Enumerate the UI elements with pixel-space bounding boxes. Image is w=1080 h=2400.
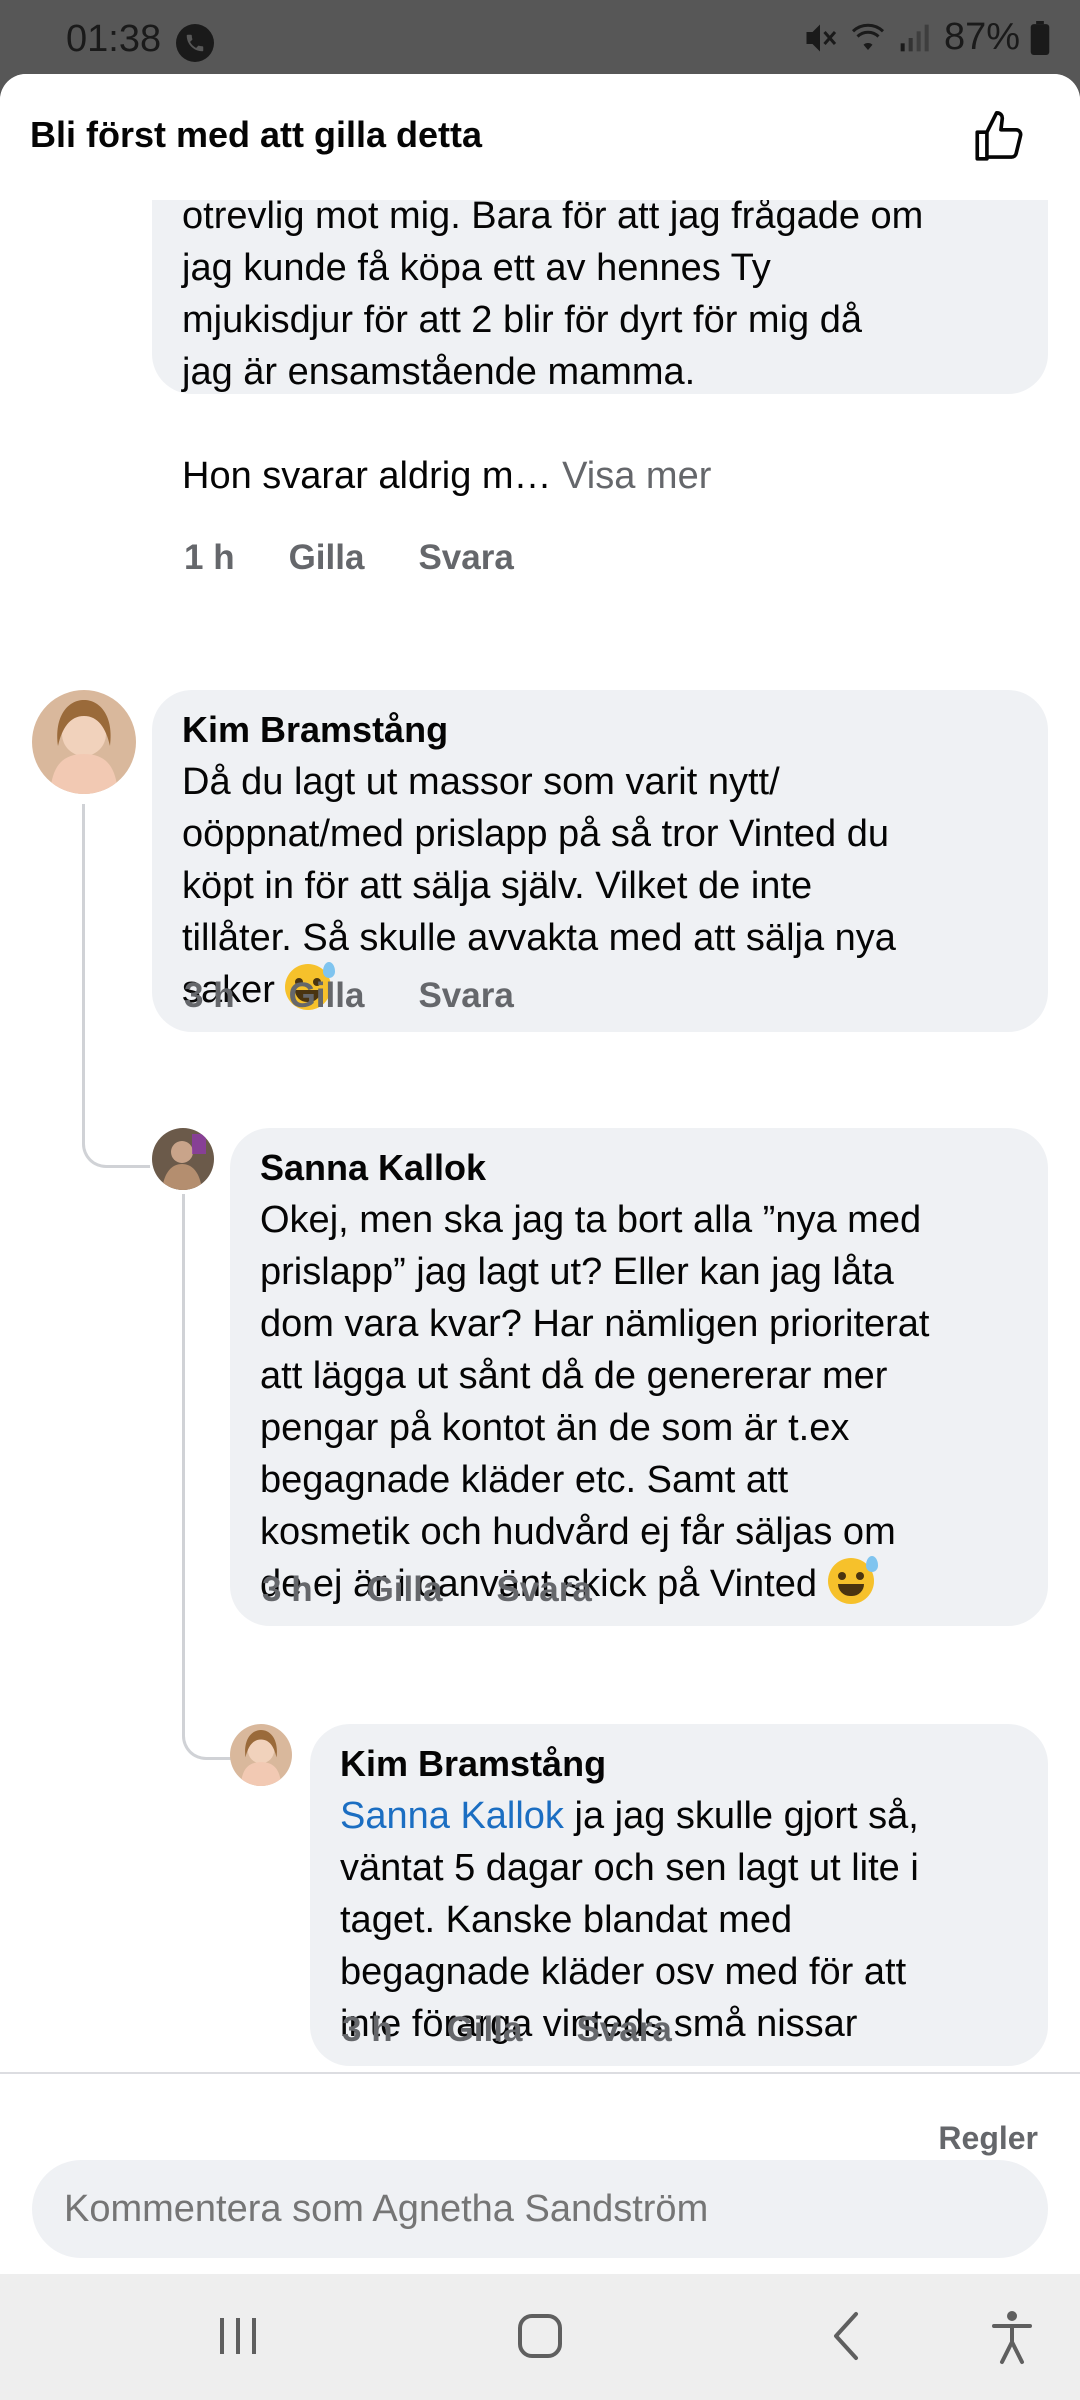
reply-button[interactable]: Svara xyxy=(418,976,513,1016)
thread-connector xyxy=(182,1194,232,1760)
comment-time: 3 h xyxy=(342,2010,393,2049)
comment-line-last: Hon svarar aldrig m… Visa mer xyxy=(182,450,1018,502)
sheet-header: Bli först med att gilla detta xyxy=(0,74,1080,200)
comment-actions: 3 h Gilla Svara xyxy=(184,976,514,1016)
see-more-link[interactable]: Visa mer xyxy=(562,455,711,497)
battery-icon xyxy=(1030,20,1050,55)
comment-time: 3 h xyxy=(184,976,235,1015)
home-icon[interactable] xyxy=(516,2308,564,2364)
comment-author[interactable]: Kim Bramstång xyxy=(182,690,1018,756)
mute-icon xyxy=(806,24,837,51)
avatar[interactable] xyxy=(230,1724,292,1786)
comment-author[interactable]: Kim Bramstång xyxy=(340,1724,1018,1790)
comment-line: begagnade kläder etc. Samt att xyxy=(260,1459,789,1501)
reply-button[interactable]: Svara xyxy=(496,1570,591,1610)
comment-line: väntat 5 dagar och sen lagt ut lite i xyxy=(340,1847,919,1889)
comments-sheet: Bli först med att gilla detta otrevlig m… xyxy=(0,74,1080,2274)
comment-line: oöppnat/med prislapp på så tror Vinted d… xyxy=(182,813,889,855)
avatar[interactable] xyxy=(32,690,136,794)
comment-line: jag kunde få köpa ett av hennes Ty xyxy=(182,247,771,289)
navigation-bar xyxy=(0,2274,1080,2400)
comment-line: ja jag skulle gjort så, xyxy=(563,1795,919,1837)
comment-line: otrevlig mot mig. Bara för att jag fråga… xyxy=(182,200,924,237)
comment-time: 3 h xyxy=(262,1570,313,1609)
comment-line: pengar på kontot än de som är t.ex xyxy=(260,1407,850,1449)
comment-line: tillåter. Så skulle avvakta med att sälj… xyxy=(182,917,896,959)
status-icons: 87% xyxy=(802,16,1050,59)
comment-footer: Regler xyxy=(0,2072,1080,2274)
like-button[interactable]: Gilla xyxy=(289,976,365,1016)
accessibility-icon[interactable] xyxy=(988,2308,1036,2366)
comment-line: dom vara kvar? Har nämligen prioriterat xyxy=(260,1303,930,1345)
comment-bubble: Sanna Kallok Okej, men ska jag ta bort a… xyxy=(230,1128,1048,1626)
recent-apps-icon[interactable] xyxy=(216,2308,260,2364)
like-button[interactable]: Gilla xyxy=(289,538,365,578)
status-time: 01:38 xyxy=(66,18,162,60)
like-button[interactable]: Gilla xyxy=(367,1570,443,1610)
comment-line: begagnade kläder osv med för att xyxy=(340,1951,907,1993)
comment-actions: 1 h Gilla Svara xyxy=(184,538,514,578)
comment-input[interactable] xyxy=(32,2160,1048,2258)
thread-connector xyxy=(82,804,150,1168)
comment-line: prislapp” jag lagt ut? Eller kan jag låt… xyxy=(260,1251,894,1293)
comment-author[interactable]: Sanna Kallok xyxy=(260,1128,1018,1194)
comment-text: Okej, men ska jag ta bort alla ”nya med … xyxy=(260,1194,1018,1610)
wifi-icon xyxy=(851,23,884,50)
battery-percent: 87% xyxy=(943,16,1020,58)
like-button[interactable]: Gilla xyxy=(447,2010,523,2050)
thumbs-up-icon[interactable] xyxy=(970,108,1028,166)
comment-line-first: Sanna Kallok ja jag skulle gjort så, xyxy=(340,1790,1018,1842)
comment-line: Okej, men ska jag ta bort alla ”nya med xyxy=(260,1199,922,1241)
reply-button[interactable]: Svara xyxy=(418,538,513,578)
sheet-title: Bli först med att gilla detta xyxy=(30,114,483,155)
comment-line: kosmetik och hudvård ej får säljas om xyxy=(260,1511,896,1553)
comment-line: taget. Kanske blandat med xyxy=(340,1899,793,1941)
sweat-smile-emoji xyxy=(827,1556,878,1604)
back-icon[interactable] xyxy=(826,2308,866,2364)
comment-line: Då du lagt ut massor som varit nytt/ xyxy=(182,761,780,803)
comment-time: 1 h xyxy=(184,538,235,577)
comment-blank-line xyxy=(182,398,1018,450)
comment-line: att lägga ut sånt då de genererar mer xyxy=(260,1355,888,1397)
comment-line: jag är ensamstående mamma. xyxy=(182,351,696,393)
rules-link[interactable]: Regler xyxy=(938,2120,1038,2157)
mention-link[interactable]: Sanna Kallok xyxy=(340,1795,564,1837)
signal-icon xyxy=(900,24,929,51)
comment-line: mjukisdjur för att 2 blir för dyrt för m… xyxy=(182,299,862,341)
comment-actions: 3 h Gilla Svara xyxy=(342,2010,672,2050)
reply-button[interactable]: Svara xyxy=(576,2010,671,2050)
comment-actions: 3 h Gilla Svara xyxy=(262,1570,592,1610)
comment-line: Hon svarar aldrig m… xyxy=(182,455,552,497)
avatar[interactable] xyxy=(152,1128,214,1190)
comment-bubble: otrevlig mot mig. Bara för att jag fråga… xyxy=(152,200,1048,497)
comment-text: otrevlig mot mig. Bara för att jag fråga… xyxy=(182,200,1018,502)
call-icon xyxy=(176,24,214,62)
status-bar: 01:38 87% xyxy=(0,0,1080,74)
comment-line: köpt in för att sälja själv. Vilket de i… xyxy=(182,865,813,907)
comment-list[interactable]: otrevlig mot mig. Bara för att jag fråga… xyxy=(0,200,1080,2072)
